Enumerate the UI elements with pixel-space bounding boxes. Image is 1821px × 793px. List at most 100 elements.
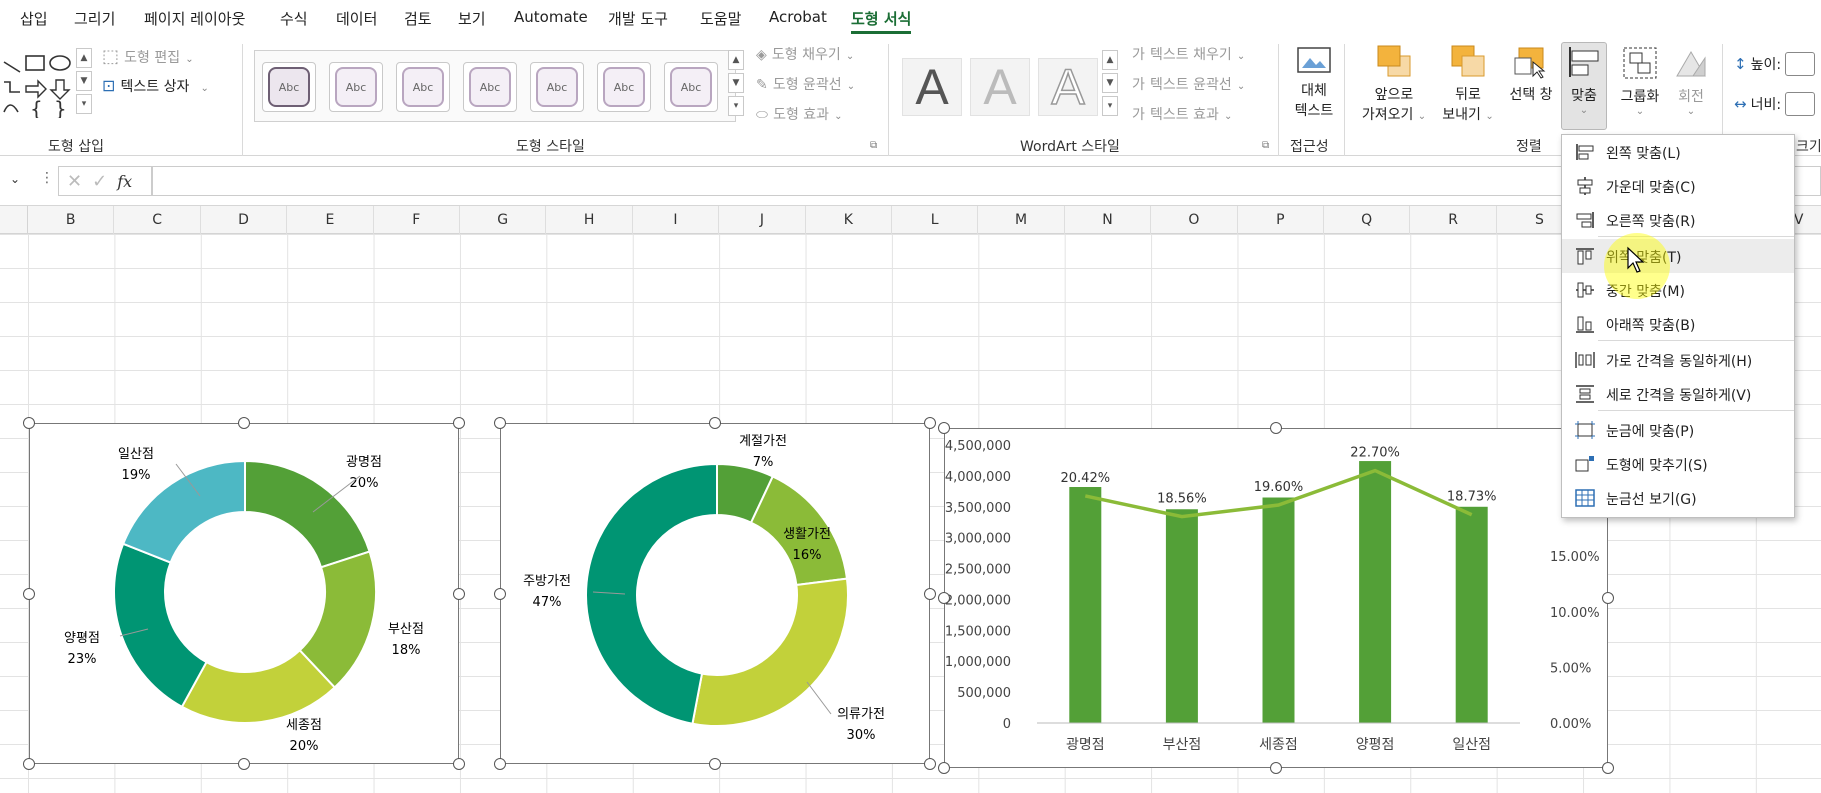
donut-slice[interactable] xyxy=(585,462,718,725)
donut-slice[interactable] xyxy=(113,542,208,709)
resize-handle[interactable] xyxy=(709,758,721,770)
resize-handle[interactable] xyxy=(938,762,950,774)
menu-item-align-left[interactable]: 왼쪽 맞춤(L) xyxy=(1562,135,1794,169)
column-header-cell[interactable]: N xyxy=(1065,206,1152,234)
resize-handle[interactable] xyxy=(1270,422,1282,434)
shape-style-4[interactable]: Abc xyxy=(463,62,517,112)
resize-handle[interactable] xyxy=(494,587,506,600)
donut-chart-categories[interactable]: 계절가전 7% 생활가전 16% 의류가전 30% 주방가전 47% xyxy=(500,423,930,764)
menu-item-align-middle[interactable]: 중간 맞춤(M) xyxy=(1562,273,1794,307)
resize-handle[interactable] xyxy=(924,587,936,600)
width-input[interactable] xyxy=(1785,92,1816,116)
column-header-cell[interactable]: O xyxy=(1151,206,1238,234)
tab-11[interactable]: Acrobat xyxy=(769,8,827,26)
align-button[interactable]: 맞춤 ⌄ xyxy=(1561,42,1607,130)
column-header-cell[interactable]: F xyxy=(374,206,460,234)
resize-handle[interactable] xyxy=(453,587,465,600)
tab-9[interactable]: 개발 도구 xyxy=(608,8,668,29)
dialog-launcher-icon[interactable]: ⧉ xyxy=(870,140,877,151)
donut-chart-branches[interactable]: 광명점 20% 부산점 18% 세종점 20% 양평점 23% 일산점 19% xyxy=(29,423,459,764)
resize-handle[interactable] xyxy=(709,417,721,429)
bar[interactable] xyxy=(1069,487,1102,723)
tab-4[interactable]: 수식 xyxy=(280,8,308,29)
resize-handle[interactable] xyxy=(494,417,506,429)
insert-function-button[interactable]: fx xyxy=(117,172,132,191)
column-header-cell[interactable]: C xyxy=(114,206,201,234)
column-header-cell[interactable]: I xyxy=(633,206,720,234)
tab-3[interactable]: 페이지 레이아웃 xyxy=(144,8,245,29)
menu-item-snap-to-shape[interactable]: 도형에 맞추기(S) xyxy=(1562,447,1794,481)
shape-style-3[interactable]: Abc xyxy=(396,62,450,112)
tab-7[interactable]: 보기 xyxy=(458,8,486,29)
shape-style-5[interactable]: Abc xyxy=(530,62,584,112)
column-header-cell[interactable]: K xyxy=(806,206,892,234)
bar[interactable] xyxy=(1455,506,1488,723)
send-backward-button[interactable]: 뒤로 보내기 ⌄ xyxy=(1436,44,1500,124)
column-header-cell[interactable]: D xyxy=(201,206,288,234)
shape-style-6[interactable]: Abc xyxy=(597,62,651,112)
tab-12[interactable]: 도형 서식 xyxy=(851,8,912,34)
resize-handle[interactable] xyxy=(453,758,465,770)
group-button[interactable]: 그룹화 ⌄ xyxy=(1614,44,1666,117)
enter-icon[interactable]: ✓ xyxy=(92,171,107,192)
column-header-cell[interactable]: H xyxy=(546,206,633,234)
tab-5[interactable]: 데이터 xyxy=(336,8,377,29)
more-options-icon[interactable]: ⋮ xyxy=(40,170,54,186)
height-input[interactable] xyxy=(1785,52,1816,76)
resize-handle[interactable] xyxy=(23,587,35,600)
resize-handle[interactable] xyxy=(23,758,35,770)
resize-handle[interactable] xyxy=(494,758,506,770)
tab-6[interactable]: 검토 xyxy=(404,8,432,29)
resize-handle[interactable] xyxy=(938,422,950,434)
shape-style-1[interactable]: Abc xyxy=(262,62,316,112)
column-header-cell[interactable]: P xyxy=(1238,206,1324,234)
bring-forward-button[interactable]: 앞으로 가져오기 ⌄ xyxy=(1356,44,1432,124)
tab-8[interactable]: Automate xyxy=(514,8,588,26)
menu-item-align-center[interactable]: 가운데 맞춤(C) xyxy=(1562,169,1794,203)
tab-10[interactable]: 도움말 xyxy=(700,8,741,29)
column-header-cell[interactable]: L xyxy=(892,206,979,234)
menu-item-align-right[interactable]: 오른쪽 맞춤(R) xyxy=(1562,203,1794,237)
shape-style-2[interactable]: Abc xyxy=(329,62,383,112)
menu-item-view-gridlines[interactable]: 눈금선 보기(G) xyxy=(1562,481,1794,515)
cancel-icon[interactable]: ✕ xyxy=(67,171,82,192)
shape-style-7[interactable]: Abc xyxy=(664,62,718,112)
menu-item-align-bottom[interactable]: 아래쪽 맞춤(B) xyxy=(1562,307,1794,341)
menu-item-distribute-horizontally[interactable]: 가로 간격을 동일하게(H) xyxy=(1562,343,1794,377)
column-header-cell[interactable]: E xyxy=(287,206,374,234)
resize-handle[interactable] xyxy=(924,417,936,429)
shape-gallery-scroll[interactable]: ▲ ▼ ▾ xyxy=(76,48,92,114)
text-box-button[interactable]: ⊡ 텍스트 상자 ⌄ xyxy=(102,76,209,96)
selection-pane-button[interactable]: 선택 창 xyxy=(1502,44,1560,104)
bar[interactable] xyxy=(1262,497,1295,723)
wordart-scroll[interactable]: ▲ ▼ ▾ xyxy=(1102,50,1118,116)
select-all-corner[interactable] xyxy=(0,206,28,234)
resize-handle[interactable] xyxy=(924,758,936,770)
bar[interactable] xyxy=(1359,461,1392,723)
column-header-cell[interactable]: J xyxy=(719,206,806,234)
resize-handle[interactable] xyxy=(1602,762,1614,774)
resize-handle[interactable] xyxy=(453,417,465,429)
resize-handle[interactable] xyxy=(238,758,250,770)
column-header-cell[interactable]: M xyxy=(978,206,1065,234)
dialog-launcher-icon[interactable]: ⧉ xyxy=(1262,140,1269,151)
resize-handle[interactable] xyxy=(1270,762,1282,774)
wordart-style-1[interactable]: A xyxy=(902,58,962,116)
donut-slice[interactable] xyxy=(691,577,849,727)
menu-item-align-top[interactable]: 위쪽 맞춤(T) xyxy=(1562,239,1794,273)
menu-item-snap-to-grid[interactable]: 눈금에 맞춤(P) xyxy=(1562,413,1794,447)
tab-1[interactable]: 삽입 xyxy=(20,8,48,29)
menu-item-distribute-vertically[interactable]: 세로 간격을 동일하게(V) xyxy=(1562,377,1794,411)
resize-handle[interactable] xyxy=(938,592,950,604)
resize-handle[interactable] xyxy=(1602,592,1614,604)
column-header-cell[interactable]: G xyxy=(460,206,547,234)
shape-style-scroll[interactable]: ▲ ▼ ▾ xyxy=(728,50,744,116)
wordart-style-3[interactable]: A xyxy=(1038,58,1098,116)
bar[interactable] xyxy=(1165,509,1198,723)
column-header-cell[interactable]: B xyxy=(28,206,115,234)
alt-text-button[interactable]: 대체 텍스트 xyxy=(1292,44,1336,120)
resize-handle[interactable] xyxy=(23,417,35,429)
column-header-cell[interactable]: Q xyxy=(1324,206,1411,234)
combo-bar-line-chart[interactable]: 4,500,000 4,000,000 3,500,000 3,000,000 2,50… xyxy=(944,428,1608,768)
tab-2[interactable]: 그리기 xyxy=(74,8,115,29)
